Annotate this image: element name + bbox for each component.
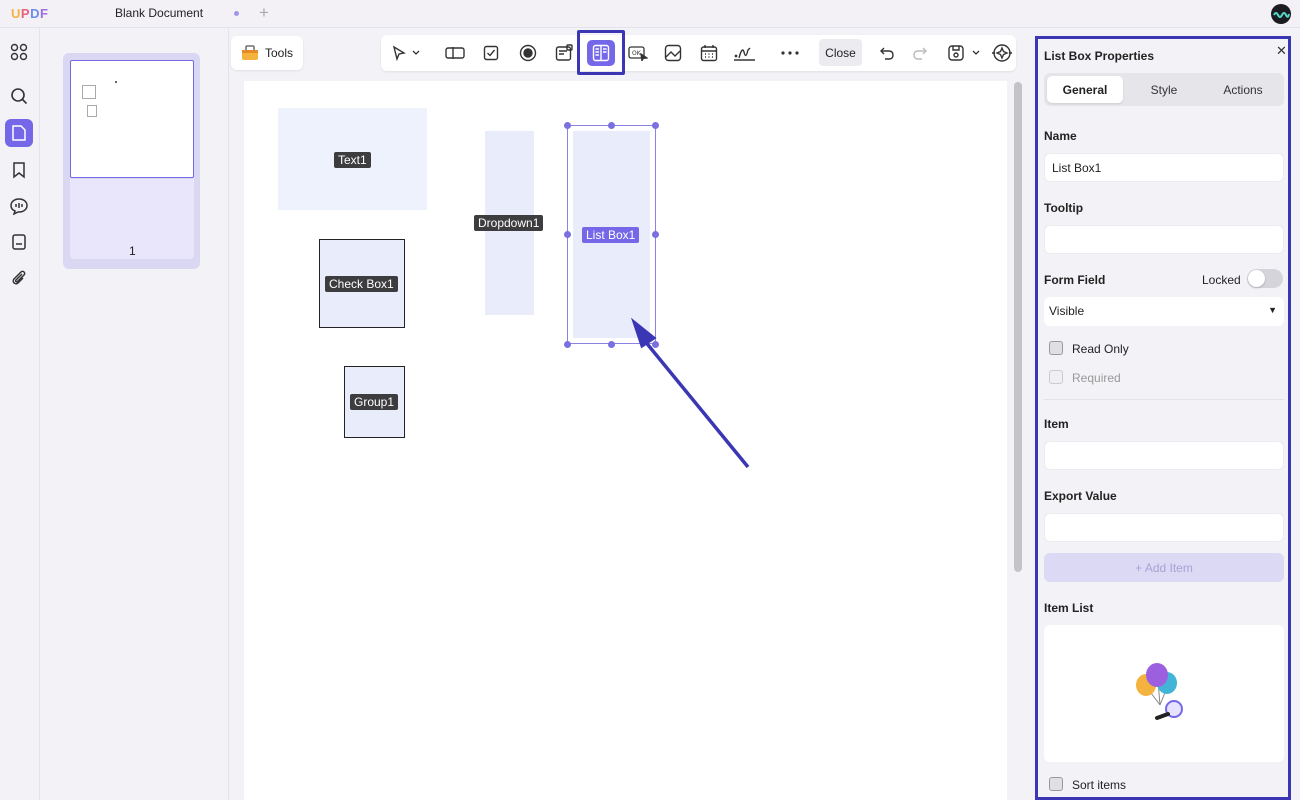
thumbnail-page-preview xyxy=(70,60,194,178)
new-tab-icon[interactable]: + xyxy=(259,3,269,23)
signature-field-icon[interactable] xyxy=(732,35,758,71)
read-only-label: Read Only xyxy=(1072,342,1129,356)
undo-icon[interactable] xyxy=(874,35,900,71)
locked-toggle[interactable] xyxy=(1247,269,1283,288)
resize-handle[interactable] xyxy=(564,122,571,129)
form-field-label: Form Field xyxy=(1044,273,1106,287)
divider xyxy=(1044,399,1284,400)
resize-handle[interactable] xyxy=(564,341,571,348)
image-field-icon[interactable] xyxy=(660,35,686,71)
grid-icon[interactable] xyxy=(5,38,33,66)
dropdown-field-label: Dropdown1 xyxy=(474,215,544,231)
tab-general[interactable]: General xyxy=(1047,76,1123,103)
resize-handle[interactable] xyxy=(652,231,659,238)
resize-handle[interactable] xyxy=(608,122,615,129)
close-icon[interactable]: ✕ xyxy=(1276,43,1287,59)
save-options-chevron-icon[interactable] xyxy=(968,35,984,71)
item-input[interactable] xyxy=(1044,441,1284,470)
tab-style[interactable]: Style xyxy=(1126,76,1202,103)
bookmark-icon[interactable] xyxy=(5,156,33,184)
annotation-arrow-icon xyxy=(630,317,750,469)
form-page-icon[interactable] xyxy=(5,228,33,256)
group-field-label: Group1 xyxy=(350,394,399,410)
visibility-select[interactable]: Visible ▼ xyxy=(1044,297,1284,326)
thumbnail-panel: 1 xyxy=(41,28,229,800)
combo-box-icon[interactable] xyxy=(551,35,577,71)
name-input[interactable]: List Box1 xyxy=(1044,153,1284,182)
chevron-down-icon[interactable] xyxy=(408,35,424,71)
app-logo: UPDF xyxy=(11,6,49,21)
search-icon[interactable] xyxy=(5,82,33,110)
resize-handle[interactable] xyxy=(564,231,571,238)
ok-button-icon[interactable]: OK xyxy=(625,35,651,71)
ai-assistant-icon[interactable] xyxy=(989,35,1015,71)
svg-text:OK: OK xyxy=(632,50,642,57)
text-field-icon[interactable] xyxy=(442,35,468,71)
sort-items-label: Sort items xyxy=(1072,778,1127,792)
document-tab[interactable]: Blank Document xyxy=(115,6,203,20)
redo-icon[interactable] xyxy=(907,35,933,71)
checkbox-tool-icon[interactable] xyxy=(478,35,504,71)
toolbox-icon xyxy=(242,45,258,60)
export-value-input[interactable] xyxy=(1044,513,1284,542)
item-list-box[interactable] xyxy=(1044,625,1284,762)
attachment-icon[interactable] xyxy=(5,264,33,292)
vertical-scrollbar[interactable] xyxy=(1014,82,1022,572)
visibility-value: Visible xyxy=(1049,304,1085,318)
read-only-checkbox[interactable] xyxy=(1049,341,1063,355)
radio-button-icon[interactable] xyxy=(515,35,541,71)
comment-icon[interactable] xyxy=(5,192,33,220)
list-box-field-label: List Box1 xyxy=(582,227,640,243)
tools-label: Tools xyxy=(265,46,294,60)
page-thumbnail[interactable] xyxy=(63,53,200,269)
name-label: Name xyxy=(1044,129,1077,143)
export-value-label: Export Value xyxy=(1044,489,1117,503)
tooltip-input[interactable] xyxy=(1044,225,1284,254)
check-box-field-label: Check Box1 xyxy=(325,276,398,292)
tooltip-label: Tooltip xyxy=(1044,201,1084,215)
unsaved-dot-icon xyxy=(234,11,239,16)
empty-state-balloons-icon xyxy=(1136,663,1183,720)
locked-label: Locked xyxy=(1202,273,1241,287)
resize-handle[interactable] xyxy=(652,122,659,129)
resize-handle[interactable] xyxy=(608,341,615,348)
more-icon[interactable] xyxy=(777,35,803,71)
left-rail xyxy=(0,28,40,800)
sort-items-checkbox[interactable] xyxy=(1049,777,1063,791)
add-item-button[interactable]: + Add Item xyxy=(1044,553,1284,582)
form-toolbar: OK xyxy=(381,35,1016,71)
tools-button[interactable]: Tools xyxy=(231,36,303,70)
save-icon[interactable] xyxy=(943,35,969,71)
title-bar: UPDF Blank Document + xyxy=(0,0,1300,28)
close-form-mode-button[interactable]: Close xyxy=(819,39,862,66)
list-box-tool-icon[interactable] xyxy=(587,40,615,66)
tab-actions[interactable]: Actions xyxy=(1205,76,1281,103)
item-list-label: Item List xyxy=(1044,601,1094,615)
edit-pdf-icon[interactable] xyxy=(5,119,33,147)
chevron-down-icon: ▼ xyxy=(1268,305,1277,315)
item-label: Item xyxy=(1044,417,1069,431)
date-field-icon[interactable] xyxy=(696,35,722,71)
properties-tabs: General Style Actions xyxy=(1044,73,1284,106)
required-checkbox[interactable] xyxy=(1049,370,1063,384)
required-label: Required xyxy=(1072,371,1121,385)
list-box-properties-panel: List Box Properties ✕ General Style Acti… xyxy=(1035,36,1291,800)
page-number: 1 xyxy=(129,244,136,258)
avatar[interactable] xyxy=(1271,4,1291,24)
text-field-label: Text1 xyxy=(334,152,371,168)
panel-title: List Box Properties xyxy=(1044,49,1155,63)
